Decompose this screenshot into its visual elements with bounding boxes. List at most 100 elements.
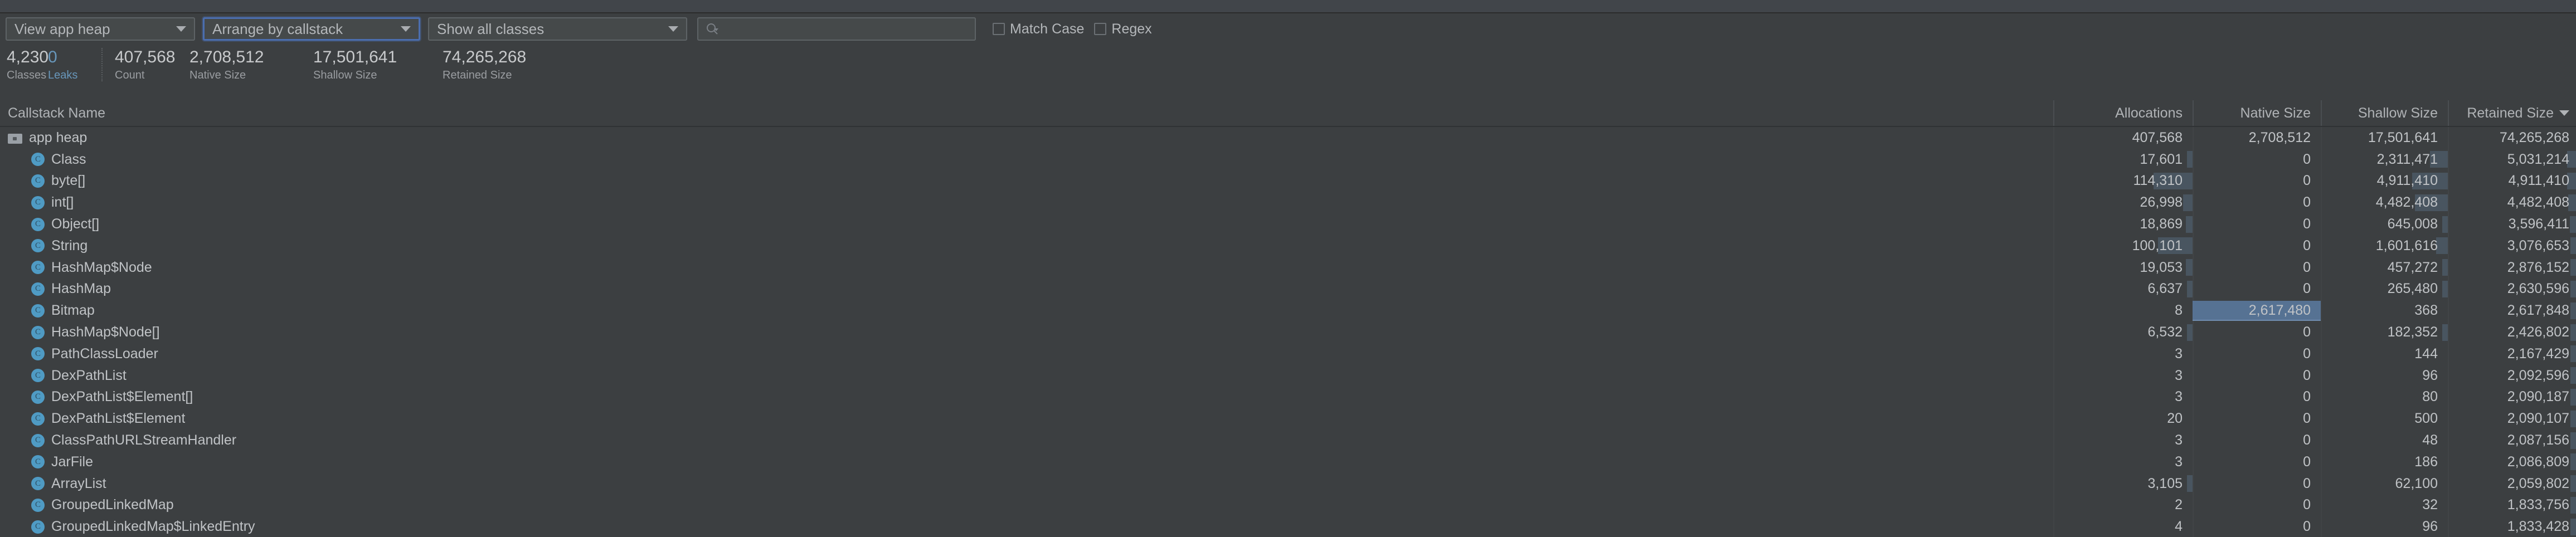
cell-shallow: 4,482,408 <box>2322 192 2449 214</box>
match-case-checkbox[interactable]: Match Case <box>993 21 1084 37</box>
class-icon: C <box>31 369 45 383</box>
cell-native-value: 0 <box>2303 432 2311 448</box>
arrange-selector-dropdown[interactable]: Arrange by callstack <box>203 17 420 41</box>
cell-callstack-name: C DexPathList <box>0 364 2054 387</box>
cell-callstack-name: C ClassPathURLStreamHandler <box>0 429 2054 451</box>
table-row[interactable]: C DexPathList 3 0 96 2,092,596 <box>0 364 2576 387</box>
cell-native-value: 0 <box>2303 259 2311 275</box>
cell-callstack-name: C Bitmap <box>0 300 2054 322</box>
table-row[interactable]: C HashMap 6,637 0 265,480 2,630,596 <box>0 278 2576 300</box>
cell-allocations-value: 407,568 <box>2132 129 2183 145</box>
cell-native: 0 <box>2194 451 2322 473</box>
cell-allocations: 407,568 <box>2054 127 2194 149</box>
column-header-shallow-size[interactable]: Shallow Size <box>2322 100 2449 126</box>
cell-allocations: 4 <box>2054 516 2194 537</box>
search-input[interactable] <box>697 17 976 41</box>
cell-shallow-value: 182,352 <box>2387 324 2438 340</box>
table-row[interactable]: C Object[] 18,869 0 645,008 3,596,411 <box>0 213 2576 235</box>
stat-classes: 4,230 Classes <box>7 48 49 82</box>
table-row[interactable]: C HashMap$Node 19,053 0 457,272 2,876,152 <box>0 256 2576 279</box>
cell-allocations: 114,310 <box>2054 170 2194 192</box>
cell-shallow-value: 500 <box>2414 411 2438 427</box>
cell-shallow: 96 <box>2322 364 2449 387</box>
memory-profiler-heap-dump-panel: View app heap Arrange by callstack Show … <box>0 0 2576 537</box>
regex-checkbox-box[interactable] <box>1094 23 1107 35</box>
cell-allocations-value: 3 <box>2175 389 2183 405</box>
table-row[interactable]: C PathClassLoader 3 0 144 2,167,429 <box>0 343 2576 365</box>
table-row[interactable]: C ClassPathURLStreamHandler 3 0 48 2,087,156 <box>0 429 2576 451</box>
table-row-label: HashMap$Node <box>51 259 152 275</box>
cell-shallow: 265,480 <box>2322 278 2449 300</box>
table-row-label: ArrayList <box>51 475 106 491</box>
cell-native-value: 2,708,512 <box>2248 129 2311 145</box>
cell-allocations: 100,101 <box>2054 235 2194 257</box>
stat-native-size-value: 2,708,512 <box>189 48 264 66</box>
cell-native-value: 0 <box>2303 389 2311 405</box>
table-row[interactable]: C ArrayList 3,105 0 62,100 2,059,802 <box>0 472 2576 495</box>
cell-callstack-name: Cbyte[] <box>0 170 2054 192</box>
column-header-callstack-name[interactable]: Callstack Name <box>0 100 2054 126</box>
cell-allocations-value: 17,601 <box>2140 151 2183 167</box>
cell-shallow: 80 <box>2322 386 2449 408</box>
cell-shallow: 48 <box>2322 429 2449 451</box>
value-bar <box>2570 518 2576 535</box>
cell-callstack-name: app heap <box>0 127 2054 149</box>
table-row[interactable]: C Class 17,601 0 2,311,471 5,031,214 <box>0 148 2576 170</box>
column-header-allocations[interactable]: Allocations <box>2054 100 2194 126</box>
column-header-native-size[interactable]: Native Size <box>2194 100 2322 126</box>
value-bar <box>2442 280 2448 297</box>
table-row[interactable]: C DexPathList$Element 20 0 500 2,090,107 <box>0 408 2576 430</box>
cell-native-value: 0 <box>2303 216 2311 232</box>
value-bar <box>2570 388 2576 406</box>
table-row[interactable]: C HashMap$Node[] 6,532 0 182,352 2,426,802 <box>0 321 2576 343</box>
table-row[interactable]: app heap 407,568 2,708,512 17,501,641 74,265… <box>0 127 2576 149</box>
table-row[interactable]: C Bitmap 8 2,617,480 368 2,617,848 <box>0 300 2576 322</box>
column-header-callstack-name-label: Callstack Name <box>8 105 106 121</box>
value-bar <box>2185 259 2193 276</box>
cell-retained: 2,086,809 <box>2449 451 2576 473</box>
table-header-row: Callstack Name Allocations Native Size S… <box>0 100 2576 127</box>
stat-classes-value: 4,230 <box>7 48 49 66</box>
cell-native-value: 0 <box>2303 151 2311 167</box>
cell-retained: 2,092,596 <box>2449 365 2576 387</box>
table-row-label: GroupedLinkedMap$LinkedEntry <box>51 519 255 535</box>
cell-retained-value: 1,833,428 <box>2507 519 2569 535</box>
value-bar <box>2436 237 2448 255</box>
cell-retained: 2,630,596 <box>2449 279 2576 300</box>
table-row[interactable]: Cint[] 26,998 0 4,482,408 4,482,408 <box>0 192 2576 214</box>
cell-shallow-value: 32 <box>2422 497 2438 513</box>
cell-native: 0 <box>2194 256 2322 279</box>
class-icon: C <box>31 390 45 404</box>
arrange-selector-label: Arrange by callstack <box>212 21 343 37</box>
table-row[interactable]: C String 100,101 0 1,601,616 3,076,653 <box>0 235 2576 257</box>
profiler-toolbar: View app heap Arrange by callstack Show … <box>0 14 2576 43</box>
column-header-retained-size-label: Retained Size <box>2467 105 2554 121</box>
table-row[interactable]: C GroupedLinkedMap$LinkedEntry 4 0 96 1,833,4… <box>0 516 2576 537</box>
table-row-label: byte[] <box>51 173 86 189</box>
table-row[interactable]: C DexPathList$Element[] 3 0 80 2,090,187 <box>0 386 2576 408</box>
match-case-checkbox-box[interactable] <box>993 23 1005 35</box>
cell-callstack-name: C String <box>0 235 2054 257</box>
sort-descending-icon <box>2559 110 2569 116</box>
value-bar <box>2442 216 2448 233</box>
cell-callstack-name: C ArrayList <box>0 472 2054 495</box>
class-filter-dropdown[interactable]: Show all classes <box>428 17 687 41</box>
cell-native: 0 <box>2194 472 2322 495</box>
table-row[interactable]: C JarFile 3 0 186 2,086,809 <box>0 451 2576 473</box>
cell-shallow-value: 368 <box>2414 302 2438 319</box>
table-row[interactable]: C GroupedLinkedMap 2 0 32 1,833,756 <box>0 494 2576 516</box>
column-header-retained-size[interactable]: Retained Size <box>2449 100 2576 126</box>
value-bar <box>2442 324 2448 341</box>
cell-native-value: 0 <box>2303 324 2311 340</box>
cell-shallow-value: 96 <box>2422 519 2438 535</box>
table-row[interactable]: Cbyte[] 114,310 0 4,911,410 4,911,410 <box>0 170 2576 192</box>
table-row-label: int[] <box>51 194 74 211</box>
heap-selector-dropdown[interactable]: View app heap <box>6 17 195 41</box>
cell-native: 0 <box>2194 386 2322 408</box>
stat-retained-size-value: 74,265,268 <box>443 48 527 66</box>
cell-callstack-name: C HashMap <box>0 278 2054 300</box>
cell-retained: 74,265,268 <box>2449 127 2576 149</box>
stat-leaks[interactable]: 0 Leaks <box>48 48 99 82</box>
regex-checkbox[interactable]: Regex <box>1094 21 1152 37</box>
cell-shallow-value: 4,482,408 <box>2375 194 2438 211</box>
